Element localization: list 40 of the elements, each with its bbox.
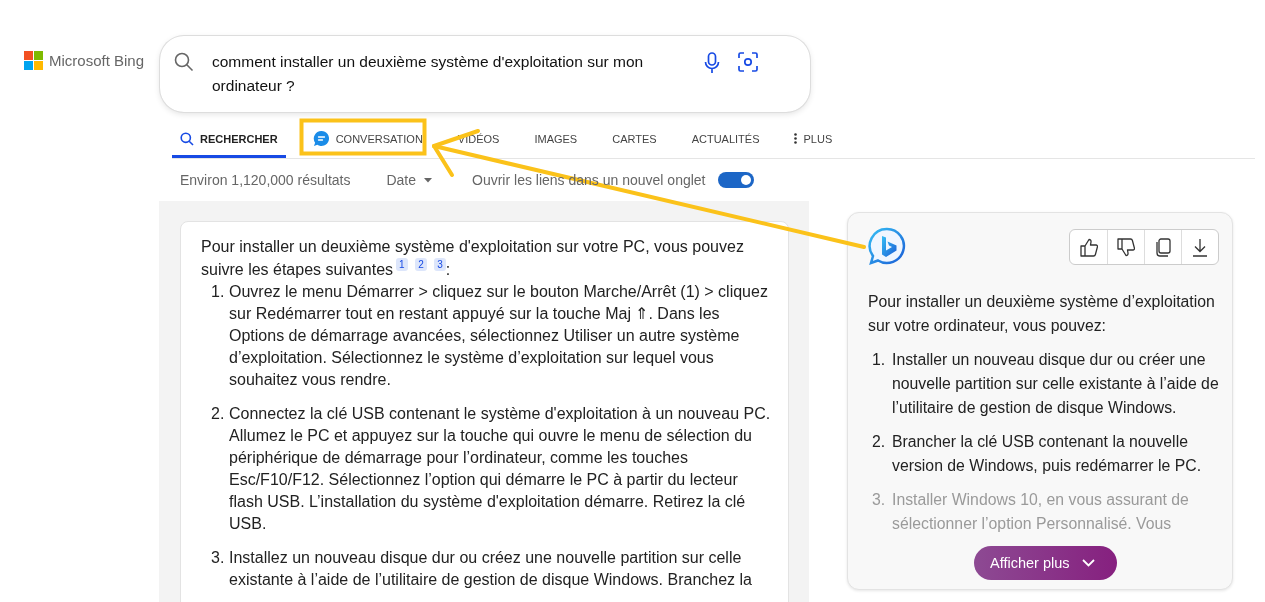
- step-number: 2.: [211, 404, 226, 424]
- windows-logo-icon: [24, 51, 43, 70]
- nav-tab[interactable]: RECHERCHER: [172, 122, 286, 158]
- result-count: Environ 1,120,000 résultats: [180, 172, 351, 188]
- nav-tab[interactable]: CONVERSATION: [304, 122, 431, 158]
- step-text: Brancher la clé USB contenant la nouvelle version de Windows, puis redémarrer le PC.: [892, 432, 1203, 476]
- nav-tab[interactable]: CARTES: [604, 122, 665, 158]
- show-more-button[interactable]: Afficher plus: [974, 546, 1117, 580]
- step-text: Installer Windows 10, en vous assurant de sélectionner l’option Personnalisé. Vous: [892, 490, 1190, 534]
- toggle-switch[interactable]: [717, 172, 754, 188]
- search-field[interactable]: comment installer un deuxième système d'exploitation sur mon ordinateur ?: [160, 36, 810, 112]
- step-number: 1.: [872, 350, 887, 370]
- chat-bubble-icon: [312, 130, 330, 147]
- caret-icon: [424, 177, 433, 183]
- download-icon: [1192, 237, 1208, 257]
- chat-logo-icon: [868, 227, 906, 265]
- search-icon: [180, 131, 194, 146]
- copy-icon: [1155, 237, 1171, 257]
- chat-intro: Pour installer un deuxième système d’exploitation sur votre ordinateur, vous pouvez:: [868, 292, 1216, 336]
- step-number: 3.: [872, 490, 887, 510]
- step-number: 3.: [211, 548, 226, 568]
- nav-tab[interactable]: IMAGES: [526, 122, 586, 158]
- step-number: 1.: [211, 282, 226, 302]
- microphone-icon[interactable]: [704, 52, 720, 74]
- thumbs-down-icon: [1117, 237, 1135, 257]
- chevron-down-icon: [1081, 559, 1095, 567]
- step-number: 2.: [872, 432, 887, 452]
- search-icon[interactable]: [174, 52, 194, 72]
- nav-tab[interactable]: ACTUALITÉS: [683, 122, 768, 158]
- step-text: Ouvrez le menu Démarrer > cliquez sur le bouton Marche/Arrêt (1) > cliquez sur Redémarrer tout en restant appuyé sur la touche Maj ⇑. Dans les Options de démarrage avancées, sélectionnez Utiliser un autre système d’exploitation. Sélectionnez le système d’exploitation sur lequel vous souhaitez vous rendre.: [229, 282, 769, 390]
- logo-text[interactable]: Microsoft Bing: [49, 52, 145, 69]
- nav-tab[interactable]: PLUS: [786, 122, 841, 158]
- step-text: Installez un nouveau disque dur ou créez une nouvelle partition sur celle existante à l’aide de l’utilitaire de gestion de disque Windows. Branchez la: [229, 548, 753, 590]
- step-text: Installer un nouveau disque dur ou créer une nouvelle partition sur celle existante à l’aide de l’utilitaire de gestion de disque Windows.: [892, 350, 1219, 418]
- thumbs-up-icon: [1079, 237, 1098, 257]
- camera-search-icon[interactable]: [738, 52, 758, 72]
- date-filter[interactable]: Date: [386, 172, 433, 188]
- step-text: Connectez la clé USB contenant le système d'exploitation à un nouveau PC. Allumez le PC et appuyez sur la touche qui ouvre le menu de sélection du périphérique de démarrage pour l’ordinateur, comme les touches Esc/F10/F12. Sélectionnez l’option qui démarre le PC à partir du lecteur flash USB. L’installation du système d'exploitation démarre. Retirez la clé USB.: [229, 404, 772, 534]
- toggle-label: Ouvrir les liens dans un nouvel onglet: [472, 172, 706, 188]
- more-icon: [794, 133, 798, 144]
